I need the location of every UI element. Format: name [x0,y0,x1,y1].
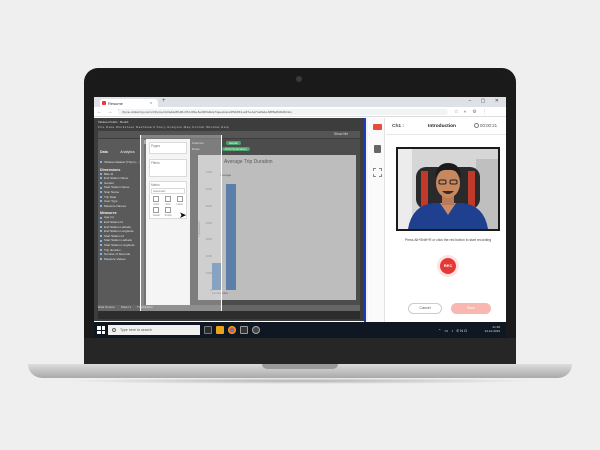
webcam-person-image [398,149,498,229]
bar-male[interactable] [226,183,236,290]
search-icon [112,328,116,332]
tableau-status-bar [98,311,360,319]
window-controls[interactable]: – ▢ ✕ [469,98,503,104]
timer-value: 00:00:21 [480,123,498,128]
notes-icon[interactable] [374,145,381,153]
laptop-chin [84,338,516,364]
taskbar-search-input[interactable]: Type here to search [108,325,200,335]
app-taskbar-icon[interactable] [252,326,260,334]
windows-start-icon[interactable] [97,326,105,334]
search-placeholder: Type here to search [120,328,152,332]
sheet-tab[interactable]: Data Source [98,305,115,309]
record-button[interactable]: REC [440,258,456,274]
system-clock[interactable]: 21:48 24-10-2019 [438,325,500,333]
save-button[interactable]: Save [451,303,491,314]
task-view-icon[interactable] [204,326,212,334]
sheet-tab[interactable]: Sheet 1 [121,305,131,309]
clock-icon [474,123,479,129]
mouse-cursor-icon: ➤ [179,210,187,220]
recording-timer: 00:00:21 [474,123,498,129]
webcam-lens [296,76,302,82]
laptop-notch [262,364,338,369]
fullscreen-icon[interactable] [373,168,382,177]
video-camera-icon[interactable] [373,124,382,130]
tableau-taskbar-icon[interactable] [240,326,248,334]
bars-layer [94,97,364,322]
laptop-screen: Resume × + – ▢ ✕ ← → ↻ thyme.vidkartmy.c… [94,97,506,338]
focus-highlight-overlay [140,135,222,311]
panel-divider-accent[interactable] [364,118,366,322]
laptop-shadow [60,378,540,384]
file-explorer-icon[interactable] [216,326,224,334]
question-number: Ch1 : [392,124,404,129]
clock-date: 24-10-2019 [484,329,500,333]
webcam-preview [396,147,500,231]
question-title: Introduction [428,124,456,129]
recording-instruction: Press Alt+Shift+R or click the red butto… [404,238,492,242]
recorder-header-divider [386,134,506,135]
cancel-button[interactable]: Cancel [408,303,442,314]
chrome-icon[interactable] [228,326,236,334]
extension-icons[interactable]: ☆ ◐ ⚙ ⋮ [454,109,489,115]
